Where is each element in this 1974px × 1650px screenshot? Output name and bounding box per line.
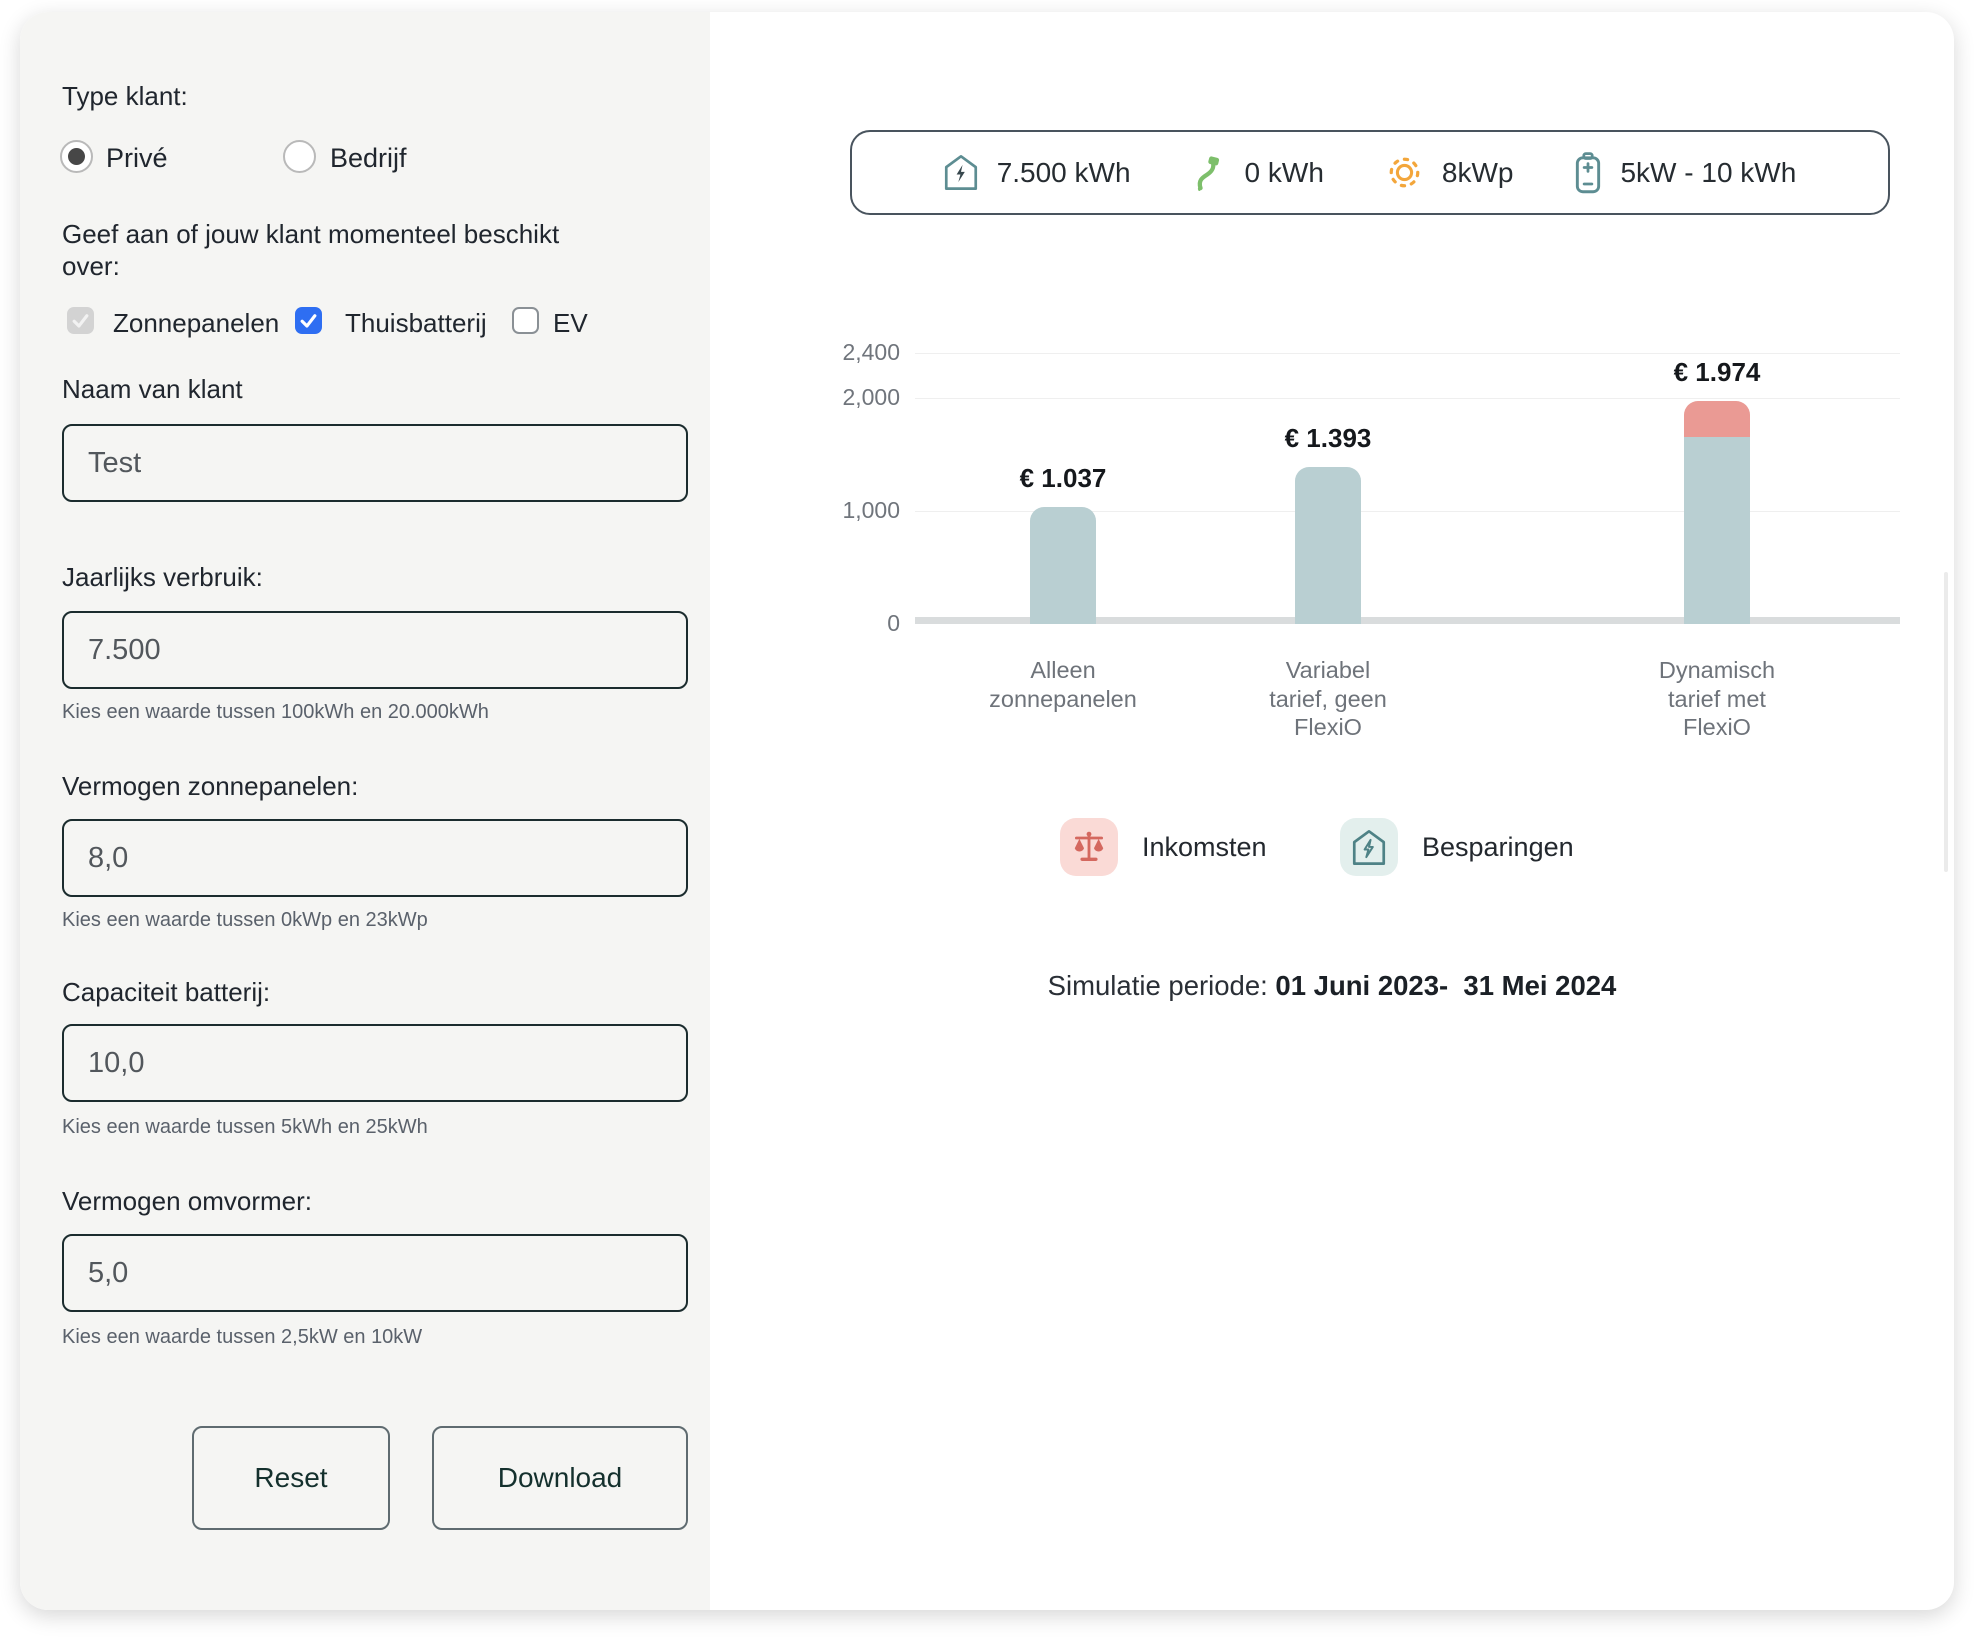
legend-inkomsten: Inkomsten bbox=[1060, 818, 1267, 876]
radio-bedrijf-label[interactable]: Bedrijf bbox=[330, 143, 407, 174]
bar-segment-inkomsten bbox=[1684, 401, 1750, 437]
batterij-input[interactable] bbox=[62, 1024, 688, 1102]
checkbox-ev-label[interactable]: EV bbox=[553, 308, 588, 339]
y-axis-tick-label: 2,000 bbox=[842, 384, 900, 411]
omvormer-input[interactable] bbox=[62, 1234, 688, 1312]
check-icon bbox=[300, 314, 317, 328]
stat-ev: 0 kWh bbox=[1193, 155, 1324, 191]
house-energy-icon bbox=[1352, 829, 1386, 865]
radio-prive[interactable] bbox=[60, 140, 93, 173]
gridline bbox=[915, 353, 1900, 354]
type-klant-label: Type klant: bbox=[62, 81, 188, 111]
legend-besparingen-swatch bbox=[1340, 818, 1398, 876]
y-axis-tick-label: 2,400 bbox=[842, 339, 900, 365]
checkbox-zonnepanelen-label: Zonnepanelen bbox=[113, 308, 280, 338]
reset-button[interactable]: Reset bbox=[192, 1426, 390, 1530]
stat-consumption-value: 7.500 kWh bbox=[996, 156, 1131, 188]
zonnepanelen-input[interactable] bbox=[62, 819, 688, 897]
simulation-period-label: Simulatie periode: bbox=[1047, 970, 1276, 1001]
battery-icon bbox=[1576, 151, 1601, 193]
house-energy-icon bbox=[944, 155, 977, 190]
bar-segment-besparingen bbox=[1030, 506, 1096, 624]
bar-segment-besparingen bbox=[1295, 466, 1361, 624]
ev-charger-icon bbox=[1197, 155, 1219, 191]
radio-bedrijf[interactable] bbox=[283, 140, 316, 173]
bar-total-label: € 1.393 bbox=[1284, 422, 1372, 453]
checkbox-ev[interactable] bbox=[512, 307, 539, 334]
stat-pv-value: 8kWp bbox=[1441, 156, 1514, 188]
legend-besparingen-label: Besparingen bbox=[1422, 831, 1574, 862]
checkbox-thuisbatterij-label[interactable]: Thuisbatterij bbox=[345, 308, 487, 339]
verbruik-hint: Kies een waarde tussen 100kWh en 20.000k… bbox=[62, 701, 489, 723]
x-axis-category-label: Alleen zonnepanelen bbox=[989, 657, 1137, 712]
checkbox-thuisbatterij[interactable] bbox=[295, 307, 322, 334]
x-axis-category-label: Dynamisch tarief met FlexiO bbox=[1658, 657, 1776, 740]
checkbox-zonnepanelen bbox=[67, 307, 94, 334]
verbruik-input[interactable] bbox=[62, 611, 688, 689]
radio-prive-label[interactable]: Privé bbox=[106, 143, 168, 174]
field-batterij-label: Capaciteit batterij: bbox=[62, 977, 271, 1007]
field-omvormer-label: Vermogen omvormer: bbox=[62, 1186, 312, 1216]
bar-total-label: € 1.974 bbox=[1673, 357, 1761, 388]
download-button[interactable]: Download bbox=[432, 1426, 688, 1530]
bar-segment-besparingen bbox=[1684, 436, 1750, 624]
ownership-question: Geef aan of jouw klant momenteel beschik… bbox=[62, 219, 560, 281]
gridline bbox=[915, 398, 1900, 400]
y-axis-tick-label: 1,000 bbox=[842, 497, 900, 524]
scale-icon bbox=[1074, 831, 1104, 861]
batterij-hint: Kies een waarde tussen 5kWh en 25kWh bbox=[62, 1116, 428, 1138]
field-naam-label: Naam van klant bbox=[62, 374, 243, 404]
sun-icon bbox=[1389, 157, 1420, 188]
stat-consumption: 7.500 kWh bbox=[944, 154, 1131, 191]
x-axis-category-label: Variabel tarief, geen FlexiO bbox=[1269, 657, 1387, 740]
legend-besparingen: Besparingen bbox=[1340, 818, 1574, 876]
scrollbar-thumb[interactable] bbox=[1944, 572, 1948, 872]
zonnepanelen-hint: Kies een waarde tussen 0kWp en 23kWp bbox=[62, 909, 428, 931]
stat-battery: 5kW - 10 kWh bbox=[1575, 151, 1797, 194]
stat-battery-value: 5kW - 10 kWh bbox=[1620, 156, 1797, 188]
check-icon bbox=[72, 314, 89, 328]
field-verbruik-label: Jaarlijks verbruik: bbox=[62, 562, 263, 592]
simulation-card: Type klant: Privé Bedrijf Geef aan of jo… bbox=[20, 12, 1954, 1610]
legend-inkomsten-swatch bbox=[1060, 818, 1118, 876]
legend-inkomsten-label: Inkomsten bbox=[1142, 831, 1267, 862]
system-summary-bar: 7.500 kWh 0 kWh 8kWp 5kW - 10 kWh bbox=[850, 130, 1890, 215]
stat-pv: 8kWp bbox=[1386, 154, 1514, 191]
bar-total-label: € 1.037 bbox=[1019, 462, 1107, 493]
omvormer-hint: Kies een waarde tussen 2,5kW en 10kW bbox=[62, 1326, 423, 1348]
simulation-period-value: 01 Juni 2023- 31 Mei 2024 bbox=[1275, 970, 1617, 1001]
naam-input[interactable] bbox=[62, 424, 688, 502]
field-zonnepanelen-label: Vermogen zonnepanelen: bbox=[62, 771, 359, 801]
simulation-period: Simulatie periode: 01 Juni 2023- 31 Mei … bbox=[710, 970, 1954, 1002]
stat-ev-value: 0 kWh bbox=[1244, 156, 1324, 188]
y-axis-tick-label: 0 bbox=[887, 610, 900, 636]
